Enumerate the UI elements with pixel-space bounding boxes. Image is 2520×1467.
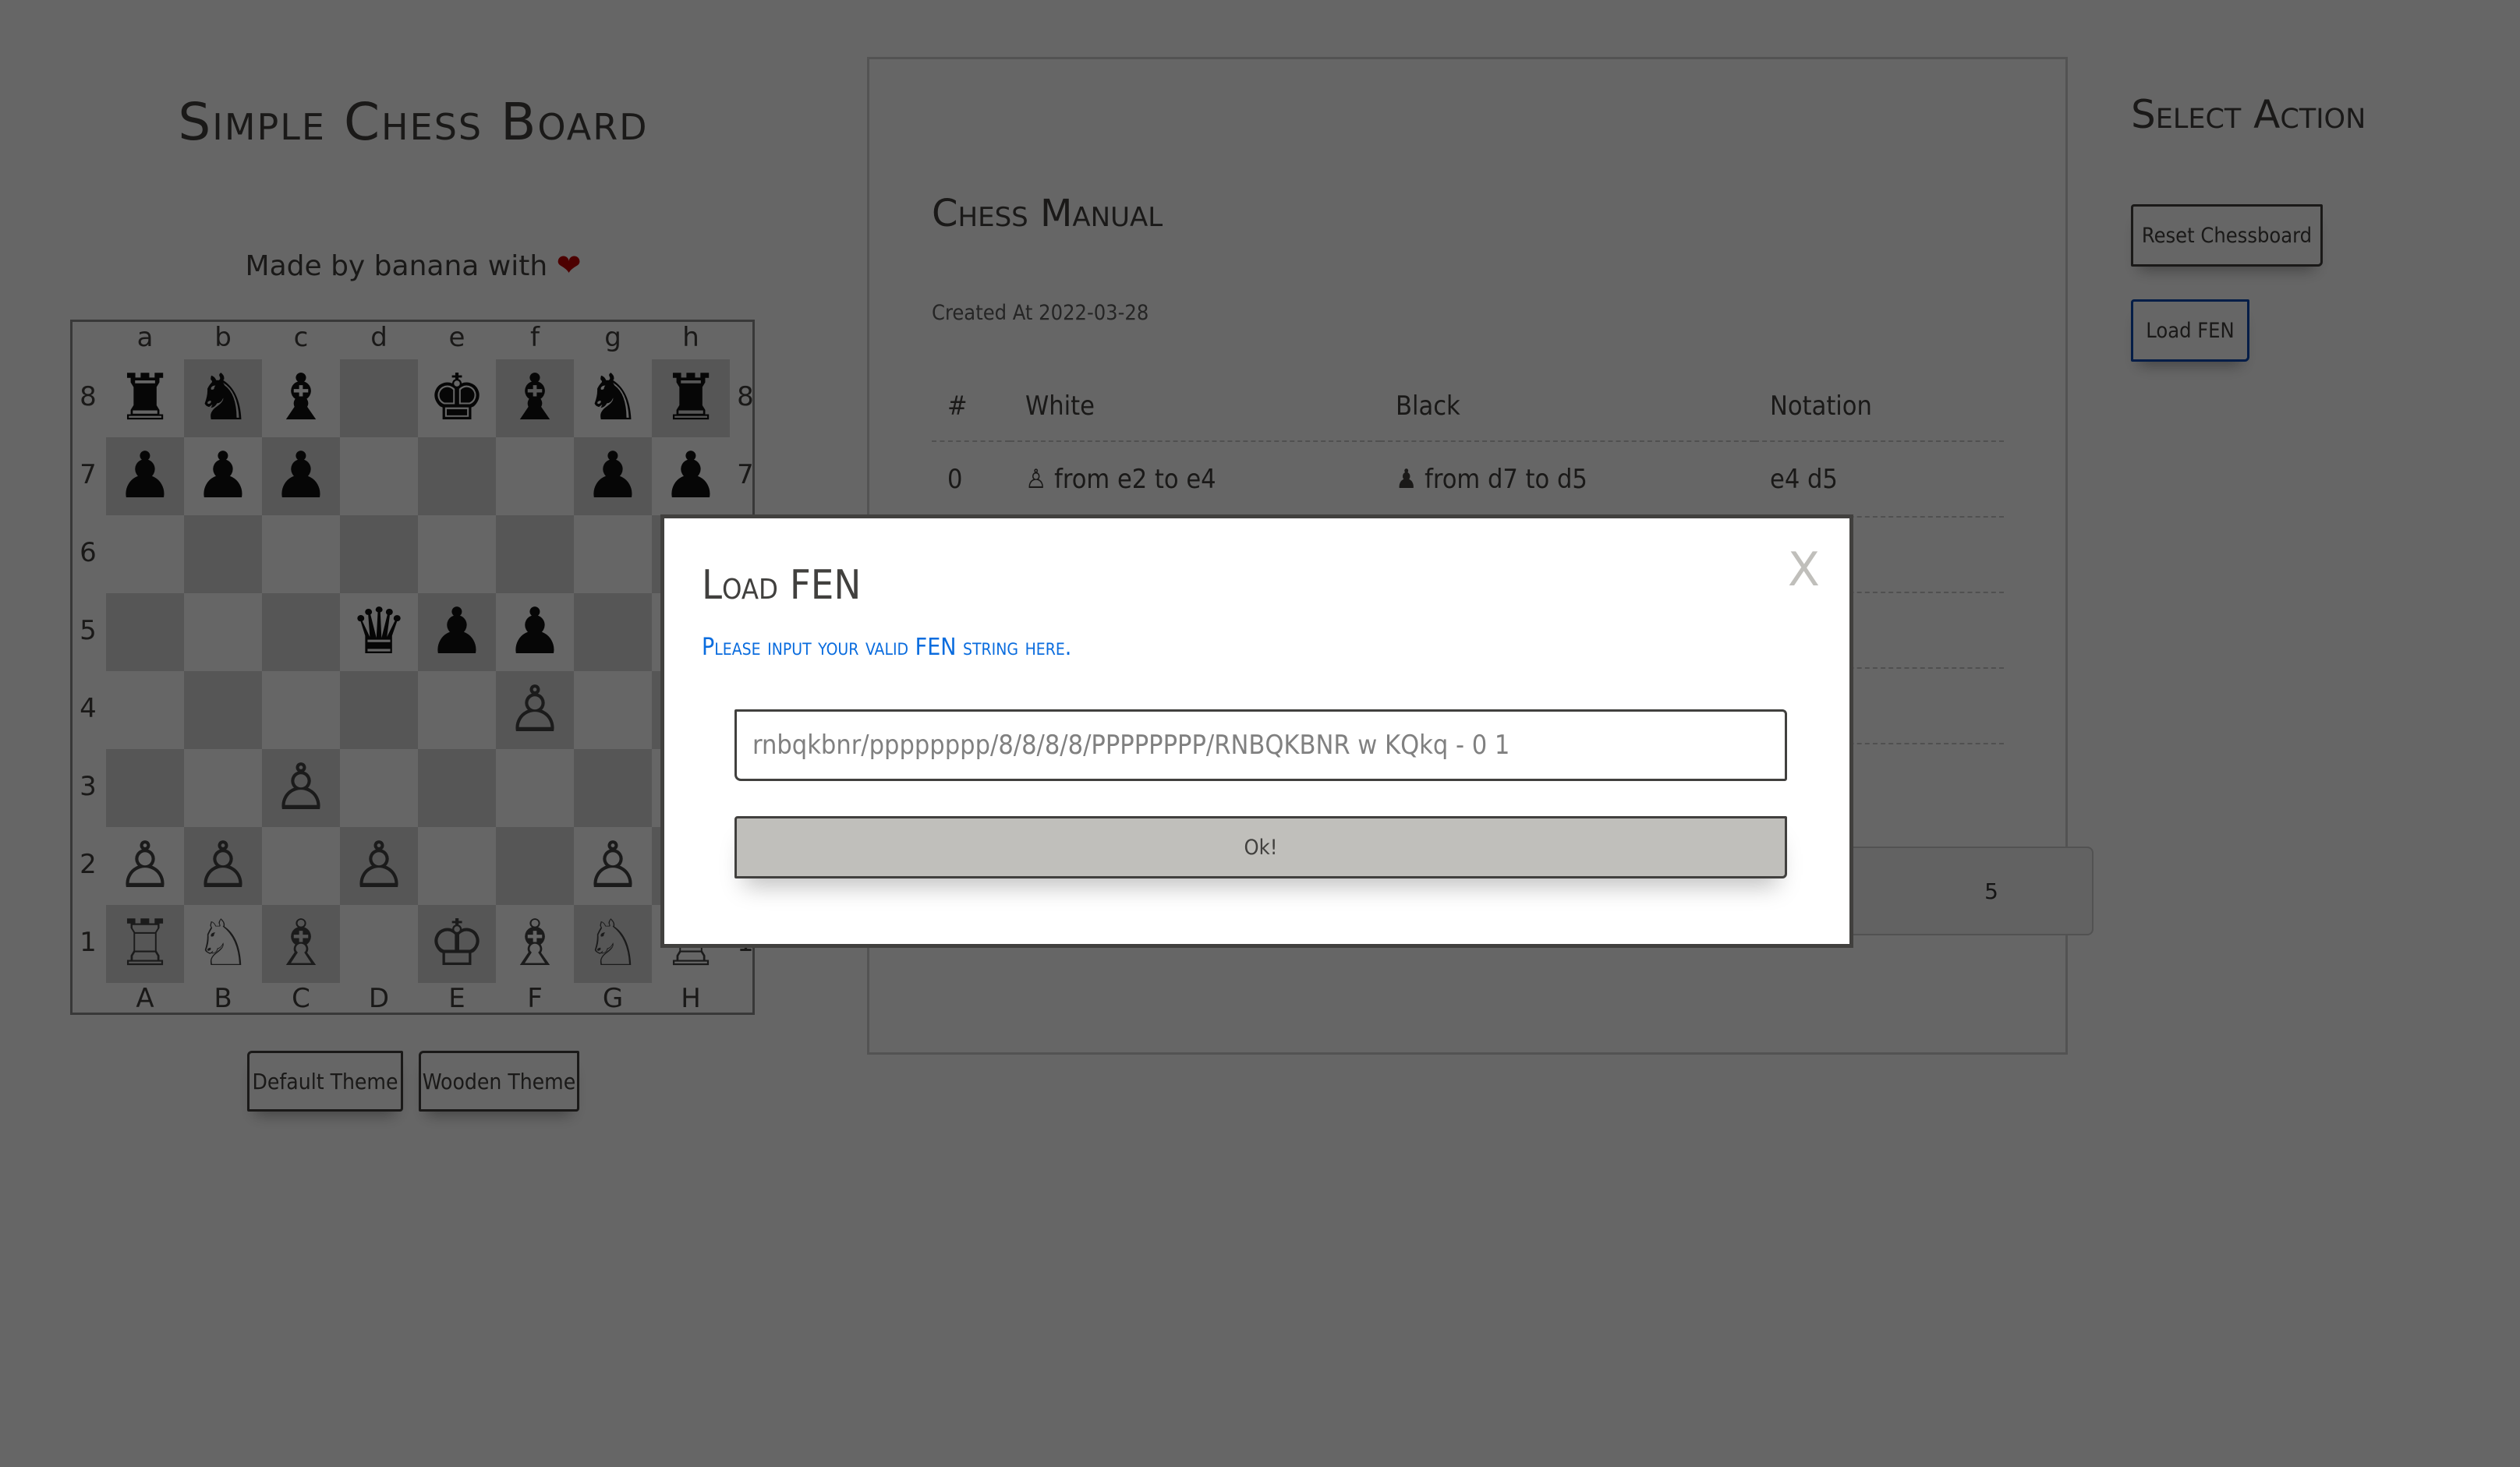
modal-subtitle: Please input your valid FEN string here. (702, 634, 1072, 661)
ok-button[interactable]: Ok! (734, 816, 1787, 878)
close-icon[interactable]: X (1788, 546, 1820, 593)
load-fen-modal: Load FEN Please input your valid FEN str… (660, 514, 1853, 948)
fen-input[interactable] (734, 709, 1787, 781)
modal-title: Load FEN (702, 562, 862, 609)
